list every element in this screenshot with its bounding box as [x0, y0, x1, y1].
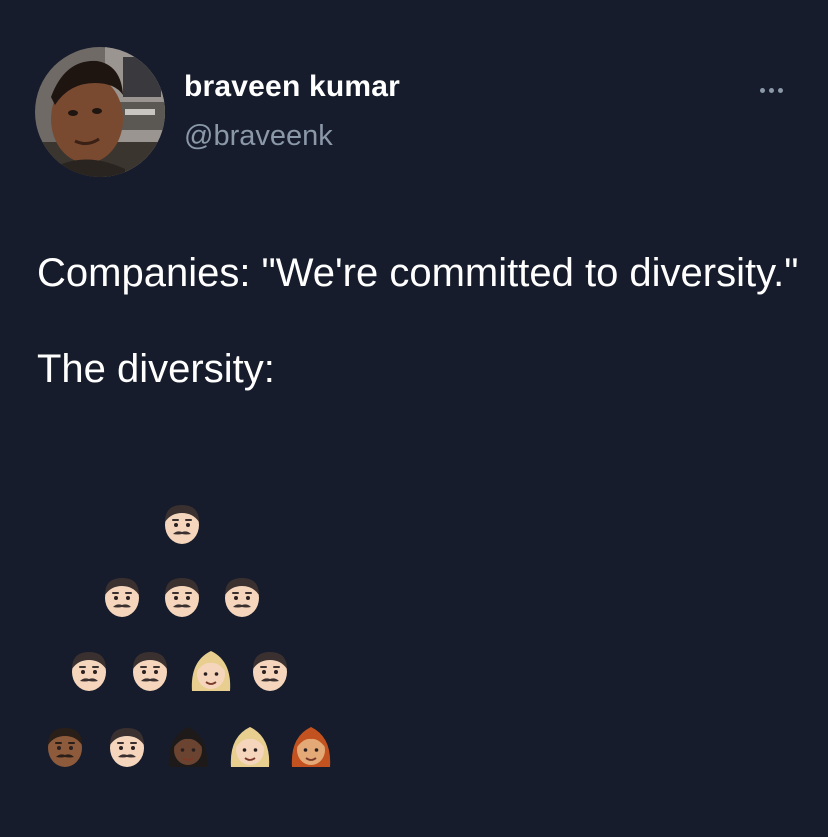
woman-blonde-emoji-icon — [227, 723, 273, 769]
more-options-icon — [777, 87, 783, 93]
tweet-text-line-2: The diversity: — [37, 347, 275, 391]
man-light-emoji-icon — [66, 647, 112, 693]
man-light-emoji-icon — [104, 723, 150, 769]
tweet-text-line-1: Companies: "We're committed to diversity… — [37, 251, 799, 295]
man-light-emoji-icon — [127, 647, 173, 693]
more-options-icon — [768, 87, 774, 93]
man-light-emoji-icon — [247, 647, 293, 693]
avatar[interactable] — [35, 47, 165, 177]
tweet-text: Companies: "We're committed to diversity… — [37, 236, 807, 406]
man-light-emoji-icon — [99, 573, 145, 619]
man-dark-emoji-icon — [42, 723, 88, 769]
man-light-emoji-icon — [159, 573, 205, 619]
display-name[interactable]: braveen kumar — [184, 70, 400, 104]
man-light-emoji-icon — [219, 573, 265, 619]
tweet-card: braveen kumar @braveenk Companies: "We'r… — [0, 0, 828, 837]
emoji-pyramid — [0, 495, 828, 795]
woman-dark-emoji-icon — [165, 723, 211, 769]
more-options-button[interactable] — [748, 80, 794, 100]
man-light-emoji-icon — [159, 500, 205, 546]
woman-red-emoji-icon — [288, 723, 334, 769]
woman-blonde-emoji-icon — [188, 647, 234, 693]
more-options-icon — [759, 87, 765, 93]
user-handle[interactable]: @braveenk — [184, 120, 333, 153]
avatar-image — [35, 47, 165, 177]
